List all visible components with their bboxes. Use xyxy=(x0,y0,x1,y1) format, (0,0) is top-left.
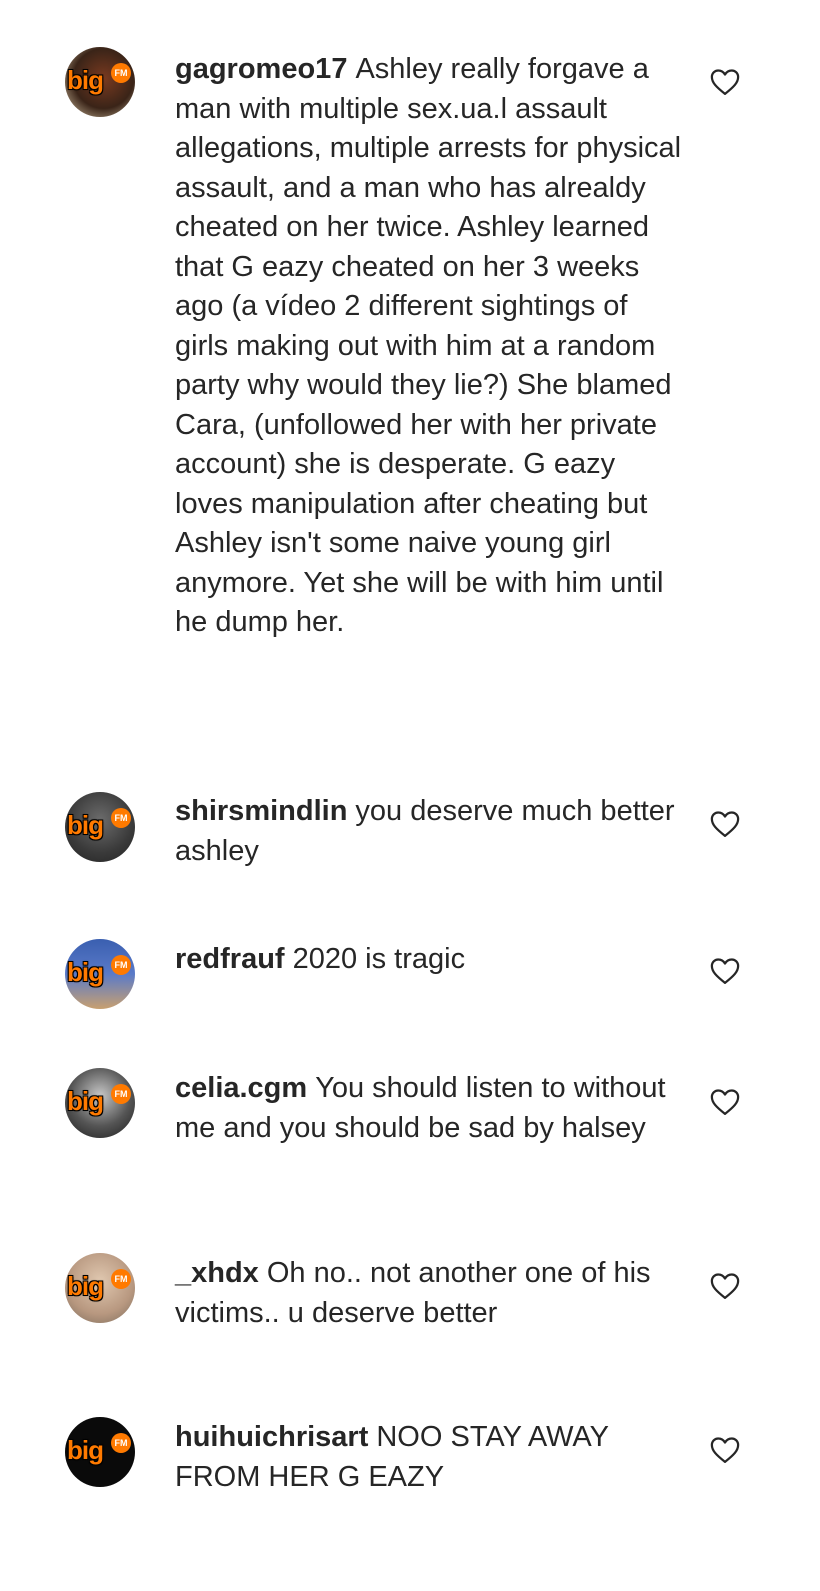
comment-body: gagromeo17 Ashley really forgave a man wi… xyxy=(175,50,685,643)
heart-outline-icon xyxy=(710,1273,740,1299)
avatar-logo: big xyxy=(67,65,104,95)
avatar-badge: FM xyxy=(111,63,131,83)
comment-username[interactable]: huihuichrisart xyxy=(175,1421,368,1453)
avatar[interactable]: big FM xyxy=(65,792,135,862)
comment-body: redfrauf 2020 is tragic xyxy=(175,940,685,980)
comment-text: Ashley really forgave a man with multipl… xyxy=(175,53,682,638)
comment-username[interactable]: celia.cgm xyxy=(175,1072,307,1104)
like-button[interactable] xyxy=(710,1436,740,1464)
heart-outline-icon xyxy=(710,958,740,984)
heart-outline-icon xyxy=(710,69,740,95)
avatar-logo: big xyxy=(67,810,104,840)
heart-outline-icon xyxy=(710,811,740,837)
heart-outline-icon xyxy=(710,1089,740,1115)
comment-text: 2020 is tragic xyxy=(292,943,466,975)
avatar[interactable]: big FM xyxy=(65,1253,135,1323)
avatar-badge: FM xyxy=(111,955,131,975)
comment-username[interactable]: redfrauf xyxy=(175,943,285,975)
avatar[interactable]: big FM xyxy=(65,47,135,117)
like-button[interactable] xyxy=(710,810,740,838)
avatar-badge: FM xyxy=(111,1269,131,1289)
avatar-logo: big xyxy=(67,1086,104,1116)
comment-body: shirsmindlin you deserve much better ashl… xyxy=(175,792,685,871)
avatar[interactable]: big FM xyxy=(65,1068,135,1138)
avatar-badge: FM xyxy=(111,1084,131,1104)
like-button[interactable] xyxy=(710,1272,740,1300)
comment-username[interactable]: _xhdx xyxy=(175,1257,259,1289)
like-button[interactable] xyxy=(710,957,740,985)
avatar-logo: big xyxy=(67,957,104,987)
comment-body: _xhdx Oh no.. not another one of his vict… xyxy=(175,1254,685,1333)
avatar-logo: big xyxy=(67,1435,104,1465)
avatar-logo: big xyxy=(67,1271,104,1301)
avatar-badge: FM xyxy=(111,1433,131,1453)
comment-username[interactable]: gagromeo17 xyxy=(175,53,347,85)
comment-body: huihuichrisart NOO STAY AWAY FROM HER G E… xyxy=(175,1418,685,1497)
avatar[interactable]: big FM xyxy=(65,939,135,1009)
like-button[interactable] xyxy=(710,68,740,96)
comment-body: celia.cgm You should listen to without me… xyxy=(175,1069,685,1148)
avatar-badge: FM xyxy=(111,808,131,828)
avatar[interactable]: big FM xyxy=(65,1417,135,1487)
comment-username[interactable]: shirsmindlin xyxy=(175,795,347,827)
like-button[interactable] xyxy=(710,1088,740,1116)
heart-outline-icon xyxy=(710,1437,740,1463)
